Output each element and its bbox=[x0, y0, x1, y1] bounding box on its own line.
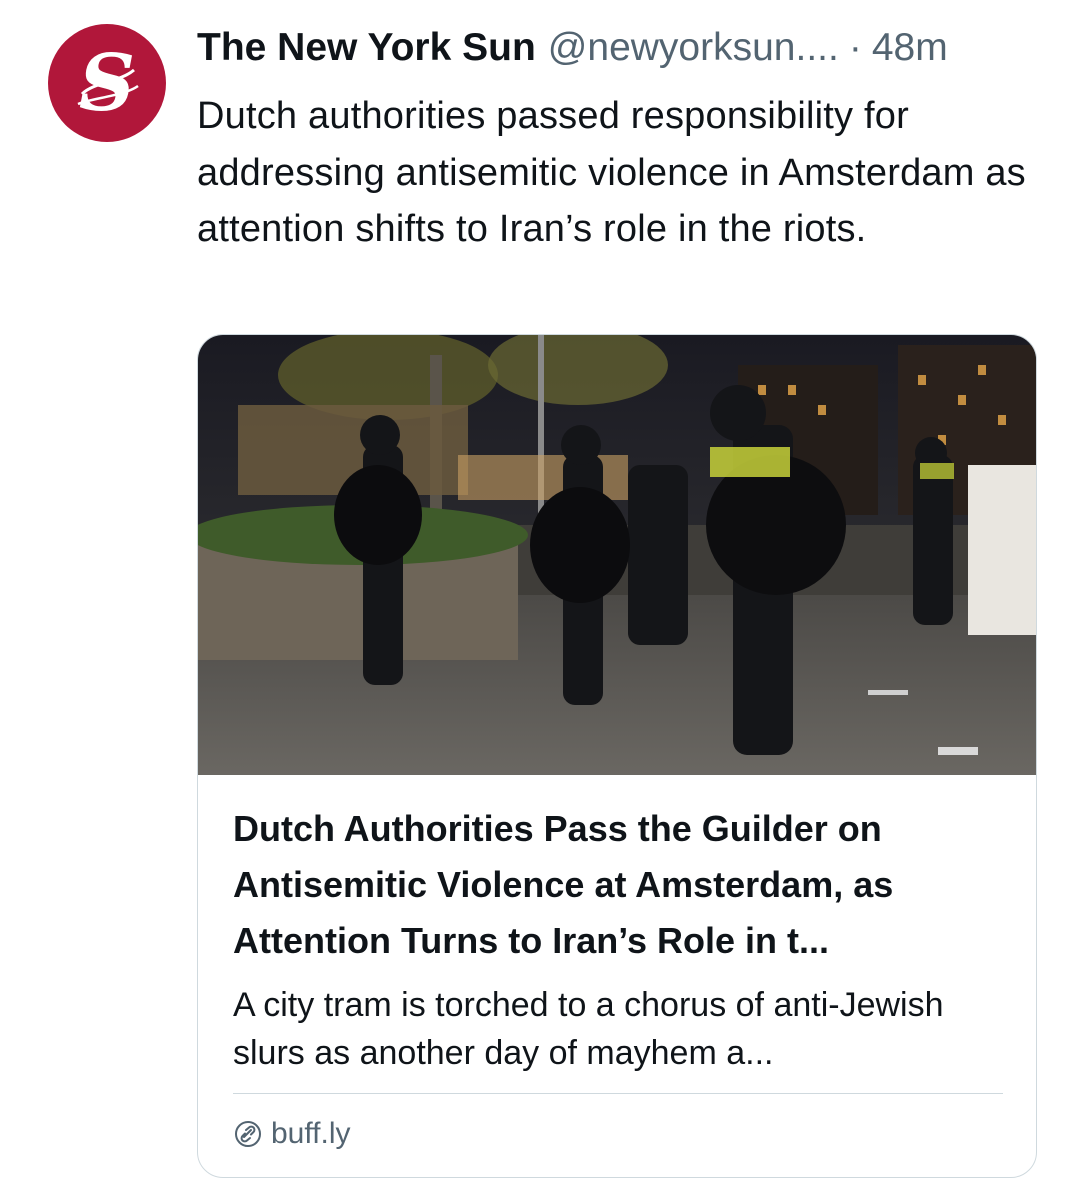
card-divider bbox=[233, 1093, 1003, 1094]
link-icon bbox=[235, 1121, 261, 1147]
card-domain-text[interactable]: buff.ly bbox=[271, 1117, 351, 1151]
link-preview-card[interactable]: Dutch Authorities Pass the Guilder on An… bbox=[197, 334, 1037, 1178]
avatar[interactable]: S bbox=[48, 24, 166, 142]
tweet-header: The New York Sun @newyorksun.... · 48m bbox=[197, 26, 1040, 76]
new-york-sun-logo-icon: S bbox=[77, 38, 139, 129]
header-separator: · bbox=[848, 26, 862, 69]
tweet-text: Dutch authorities passed responsibility … bbox=[197, 95, 1026, 250]
card-description: A city tram is torched to a chorus of an… bbox=[233, 986, 944, 1072]
card-image[interactable] bbox=[198, 335, 1036, 775]
card-domain-link[interactable]: buff.ly bbox=[233, 1117, 351, 1151]
author-handle[interactable]: @newyorksun.... bbox=[548, 26, 839, 70]
tweet-timestamp[interactable]: 48m bbox=[872, 26, 948, 70]
author-display-name[interactable]: The New York Sun bbox=[197, 26, 536, 70]
card-title[interactable]: Dutch Authorities Pass the Guilder on An… bbox=[233, 801, 1013, 969]
